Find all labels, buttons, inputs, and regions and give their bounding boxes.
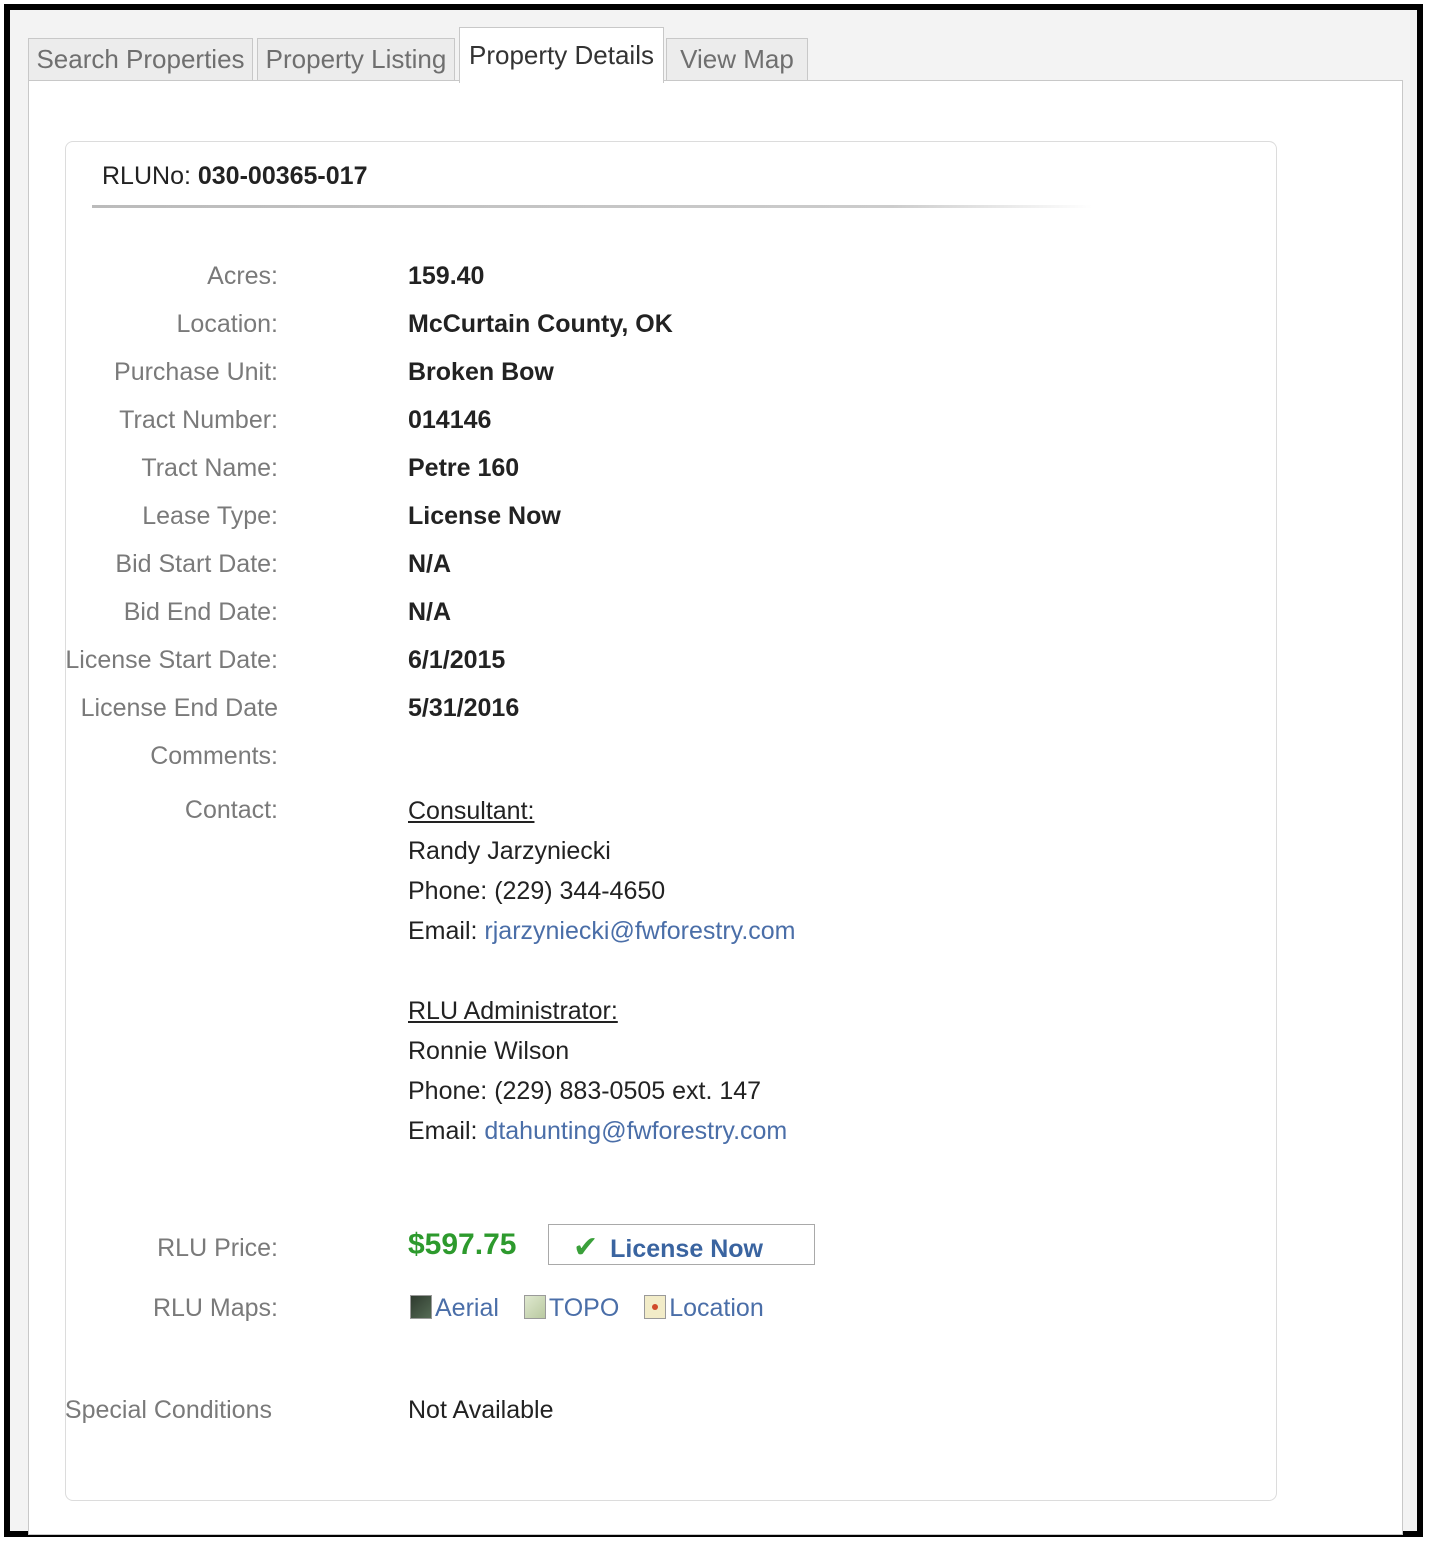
- consultant-phone: Phone: (229) 344-4650: [408, 871, 796, 911]
- detail-row-bid-end-date: Bid End Date: N/A: [66, 598, 1166, 638]
- location-map-icon: [644, 1295, 667, 1319]
- map-links: Aerial TOPO Location: [410, 1294, 782, 1323]
- maps-label: RLU Maps:: [152, 1294, 278, 1322]
- phone-value: (229) 344-4650: [494, 877, 666, 905]
- detail-value: 159.40: [408, 262, 485, 290]
- detail-row-purchase-unit: Purchase Unit: Broken Bow: [66, 358, 1166, 398]
- tab-property-details[interactable]: Property Details: [459, 27, 664, 83]
- detail-row-lease-type: Lease Type: License Now: [66, 502, 1166, 542]
- detail-label: Tract Name:: [141, 454, 278, 482]
- admin-name: Ronnie Wilson: [408, 1037, 570, 1065]
- tab-search-properties[interactable]: Search Properties: [28, 38, 253, 80]
- detail-value: 5/31/2016: [408, 694, 520, 722]
- header-divider: [92, 205, 1092, 208]
- detail-row-license-end-date: License End Date 5/31/2016: [66, 694, 1166, 734]
- detail-label: Purchase Unit:: [114, 358, 278, 386]
- detail-row-acres: Acres: 159.40: [66, 262, 1166, 302]
- detail-value: Broken Bow: [408, 358, 554, 386]
- topo-map-label: TOPO: [548, 1294, 620, 1322]
- consultant-contact: Consultant: Randy Jarzyniecki Phone: (22…: [408, 791, 796, 1151]
- detail-row-tract-number: Tract Number: 014146: [66, 406, 1166, 446]
- location-map-label: Location: [669, 1294, 764, 1322]
- admin-heading: RLU Administrator:: [408, 997, 618, 1025]
- detail-label: Bid Start Date:: [115, 550, 278, 578]
- aerial-map-link[interactable]: Aerial: [410, 1294, 499, 1322]
- rlu-number: RLUNo: 030-00365-017: [102, 162, 367, 191]
- window-frame: Search Properties Property Listing Prope…: [4, 4, 1423, 1537]
- admin-email-link[interactable]: dtahunting@fwforestry.com: [484, 1117, 787, 1145]
- tab-property-listing[interactable]: Property Listing: [257, 38, 455, 80]
- detail-label: Bid End Date:: [123, 598, 278, 626]
- rlu-number-value: 030-00365-017: [197, 162, 368, 190]
- detail-row-location: Location: McCurtain County, OK: [66, 310, 1166, 350]
- price-value: $597.75: [408, 1228, 517, 1261]
- detail-label: Tract Number:: [119, 406, 278, 434]
- topo-map-icon: [523, 1295, 546, 1319]
- consultant-name: Randy Jarzyniecki: [408, 837, 611, 865]
- special-conditions-label: Special Conditions: [64, 1396, 272, 1424]
- rlu-number-label: RLUNo:: [102, 162, 191, 190]
- detail-label: Comments:: [150, 742, 278, 770]
- special-conditions-value: Not Available: [408, 1396, 554, 1424]
- detail-value: 6/1/2015: [408, 646, 506, 674]
- detail-value: 014146: [408, 406, 492, 434]
- email-label: Email:: [408, 917, 478, 945]
- detail-label: Lease Type:: [142, 502, 278, 530]
- email-label: Email:: [408, 1117, 478, 1145]
- phone-label: Phone:: [408, 1077, 488, 1105]
- detail-value: N/A: [408, 598, 452, 626]
- consultant-email-link[interactable]: rjarzyniecki@fwforestry.com: [484, 917, 795, 945]
- tab-panel: RLUNo: 030-00365-017 Acres: 159.40 Locat…: [28, 80, 1403, 1535]
- admin-phone: Phone: (229) 883-0505 ext. 147: [408, 1071, 796, 1111]
- aerial-map-icon: [410, 1295, 432, 1319]
- detail-row-license-start-date: License Start Date: 6/1/2015: [65, 646, 1166, 686]
- detail-value: N/A: [408, 550, 452, 578]
- property-details-card: RLUNo: 030-00365-017 Acres: 159.40 Locat…: [65, 141, 1277, 1501]
- consultant-heading: Consultant:: [408, 797, 535, 825]
- detail-label: License End Date: [80, 694, 278, 722]
- topo-map-link[interactable]: TOPO: [523, 1294, 620, 1322]
- detail-label: Acres:: [207, 262, 278, 290]
- detail-row-bid-start-date: Bid Start Date: N/A: [66, 550, 1166, 590]
- checkmark-icon: ✔: [573, 1231, 599, 1264]
- detail-value: License Now: [408, 502, 561, 530]
- price-label: RLU Price:: [157, 1234, 278, 1262]
- detail-value: McCurtain County, OK: [408, 310, 673, 338]
- aerial-map-label: Aerial: [435, 1294, 499, 1322]
- detail-row-comments: Comments:: [66, 742, 1166, 782]
- detail-value: Petre 160: [408, 454, 520, 482]
- detail-row-tract-name: Tract Name: Petre 160: [66, 454, 1166, 494]
- license-now-label: License Now: [610, 1235, 763, 1263]
- special-conditions-row: Special Conditions Not Available: [65, 1396, 1166, 1436]
- contact-label: Contact:: [184, 796, 278, 824]
- admin-email: Email: dtahunting@fwforestry.com: [408, 1111, 796, 1151]
- consultant-email: Email: rjarzyniecki@fwforestry.com: [408, 911, 796, 951]
- detail-label: License Start Date:: [65, 646, 278, 674]
- phone-label: Phone:: [408, 877, 488, 905]
- phone-value: (229) 883-0505 ext. 147: [494, 1077, 762, 1105]
- license-now-button[interactable]: ✔ License Now: [548, 1224, 815, 1265]
- detail-label: Location:: [176, 310, 278, 338]
- tab-view-map[interactable]: View Map: [666, 38, 808, 80]
- location-map-link[interactable]: Location: [644, 1294, 764, 1322]
